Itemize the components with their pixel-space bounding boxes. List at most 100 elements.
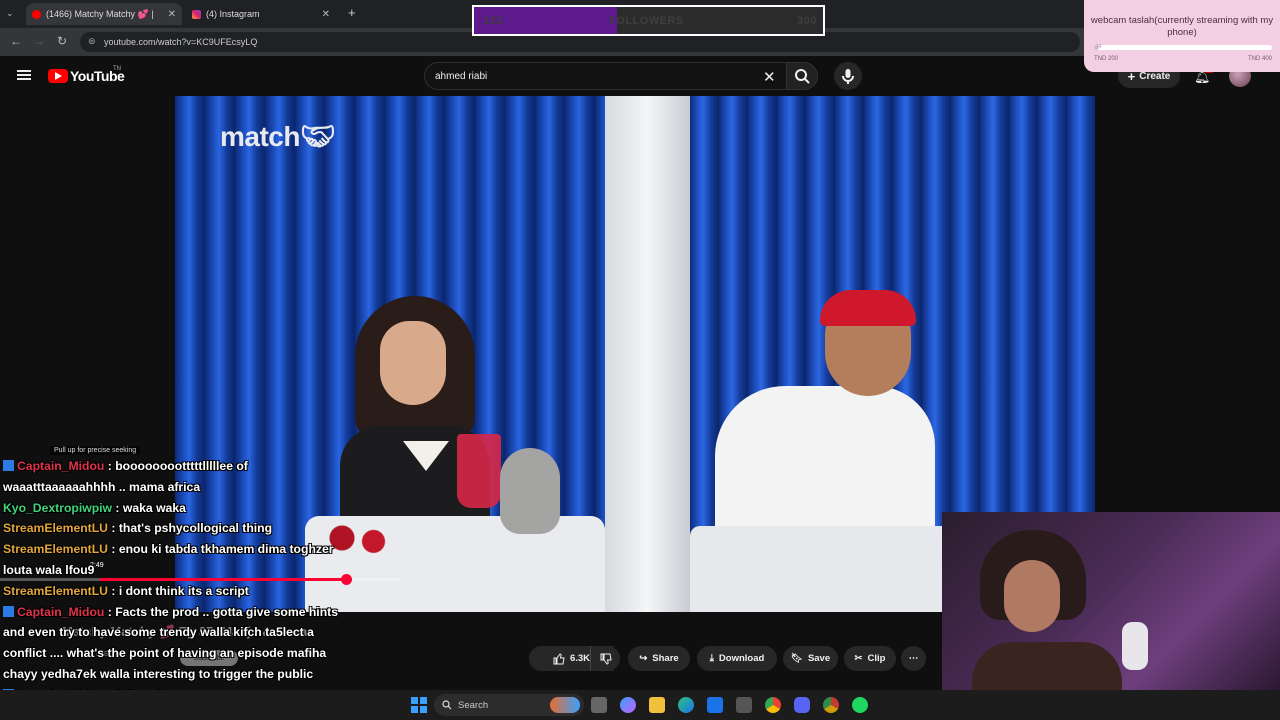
voice-search-button[interactable] xyxy=(834,62,862,90)
chat-message: StreamElementLU : i dont think its a scr… xyxy=(3,581,249,601)
youtube-logo-icon[interactable] xyxy=(48,69,68,83)
chat-message: conflict .... what's the point of having… xyxy=(3,643,326,663)
donation-max: TND 400 xyxy=(1247,56,1272,62)
chat-username: StreamElementLU xyxy=(3,542,108,557)
search-query: ahmed riabi xyxy=(435,71,488,82)
country-code: TN xyxy=(113,66,121,72)
chat-separator: : xyxy=(107,583,119,598)
pigeon-figure xyxy=(500,448,560,534)
match-logo-text: match xyxy=(220,121,300,152)
chat-message: waaatttaaaaaahhhh .. mama africa xyxy=(3,477,200,497)
taskbar-search-icon xyxy=(442,700,452,710)
site-info-icon[interactable]: ⊜ xyxy=(88,36,96,47)
tab-instagram[interactable]: (4) Instagram ✕ xyxy=(186,3,336,25)
tab-close-icon[interactable]: ✕ xyxy=(168,9,176,20)
person-left-face xyxy=(380,321,446,405)
forward-icon[interactable]: → xyxy=(33,34,45,48)
chat-username: StreamElementLU xyxy=(3,521,108,536)
search-button[interactable] xyxy=(786,62,818,90)
tab-label: (1466) Matchy Matchy 💕 | xyxy=(46,8,154,19)
donation-min: TND 200 xyxy=(1094,56,1119,62)
donation-current: 74 xyxy=(1096,44,1102,50)
tab-youtube[interactable]: (1466) Matchy Matchy 💕 | ✕ xyxy=(26,3,182,25)
search-icon xyxy=(795,69,810,84)
task-view-icon[interactable] xyxy=(591,697,607,713)
chat-username: StreamElementLU xyxy=(3,583,108,598)
chrome-icon[interactable] xyxy=(765,697,781,713)
download-label: Download xyxy=(718,653,765,664)
red-drink-glass xyxy=(457,434,501,508)
chat-text: conflict .... what's the point of having… xyxy=(3,646,327,661)
chat-text: waaatttaaaaaahhhh .. mama africa xyxy=(3,479,201,494)
scissors-icon: ✂︎ xyxy=(854,653,863,664)
tab-label: (4) Instagram xyxy=(206,9,260,19)
chat-text: and even try to have some trendy walla k… xyxy=(3,625,314,640)
chat-separator: : xyxy=(112,500,123,515)
chat-text: chayy yedha7ek walla interesting to trig… xyxy=(3,667,314,681)
chat-text: i dont think its a script xyxy=(118,583,249,598)
discord-icon[interactable] xyxy=(794,697,810,713)
tab-close-icon[interactable]: ✕ xyxy=(322,9,330,20)
donation-goal-widget: webcam taslah(currently streaming with m… xyxy=(1084,0,1280,72)
followers-goal-bar: 122 FOLLOWERS 300 xyxy=(472,5,825,36)
share-icon: ↪︎ xyxy=(639,653,648,664)
copilot-icon[interactable] xyxy=(620,697,636,713)
chat-message: Captain_Midou : Facts the prod .. gotta … xyxy=(3,602,338,622)
microphone-icon xyxy=(842,69,854,84)
chat-username: Captain_Midou xyxy=(17,604,105,619)
thumbs-down-icon xyxy=(600,653,612,665)
youtube-favicon-icon xyxy=(32,9,41,19)
back-icon[interactable]: ← xyxy=(10,34,22,48)
followers-goal: 300 xyxy=(797,15,817,27)
webcam-microphone-icon xyxy=(1122,622,1148,670)
edge-icon[interactable] xyxy=(678,697,694,713)
bookmark-icon: 🔖︎ xyxy=(790,653,803,664)
reload-icon[interactable]: ↻ xyxy=(57,34,67,48)
donation-title: webcam taslah(currently streaming with m… xyxy=(1090,15,1274,38)
handshake-icon: 🤝︎ xyxy=(299,121,336,152)
download-button[interactable]: ⤓ Download xyxy=(697,646,777,671)
chat-username: Captain_Midou xyxy=(17,459,105,473)
chat-username: Kyo_Dextropiwpiw xyxy=(3,500,113,515)
webcam-body xyxy=(972,642,1122,690)
chat-text: waka waka xyxy=(122,500,186,515)
like-count: 6.3K xyxy=(569,653,591,664)
person-right-bandana xyxy=(820,290,916,326)
person-right-body xyxy=(715,386,935,536)
new-tab-icon[interactable]: + xyxy=(348,5,356,20)
clip-button[interactable]: ✂︎ Clip xyxy=(844,646,896,671)
store-icon[interactable] xyxy=(736,697,752,713)
menu-icon[interactable] xyxy=(17,70,31,80)
save-label: Save xyxy=(807,653,831,664)
followers-label: FOLLOWERS xyxy=(609,15,684,27)
chat-separator: : xyxy=(107,521,119,536)
share-button[interactable]: ↪︎ Share xyxy=(628,646,690,671)
instagram-favicon-icon xyxy=(192,9,201,19)
taskbar-search-label: Search xyxy=(458,699,489,711)
clear-search-icon[interactable]: ✕ xyxy=(763,68,776,86)
more-actions-button[interactable]: ⋯ xyxy=(901,646,926,671)
spotify-icon[interactable] xyxy=(852,697,868,713)
file-explorer-icon[interactable] xyxy=(649,697,665,713)
chat-message: StreamElementLU : that's pshycollogical … xyxy=(3,518,272,538)
chat-text: enou ki tabda tkhamem dima toghzer xyxy=(118,542,334,557)
chat-message: Captain_Midou : booooooootttttlllllee of xyxy=(3,456,248,476)
chat-message: and even try to have some trendy walla k… xyxy=(3,622,314,642)
donation-track: 74 xyxy=(1094,44,1272,50)
chrome-profile-icon[interactable] xyxy=(823,697,839,713)
chat-text: louta wala lfou9 xyxy=(3,563,95,577)
video-divider-wall xyxy=(605,96,690,612)
outlook-icon[interactable] xyxy=(707,697,723,713)
chat-badge-icon xyxy=(3,460,14,471)
share-label: Share xyxy=(652,653,679,664)
tab-search-icon[interactable]: ⌄ xyxy=(6,8,14,19)
dislike-button[interactable] xyxy=(590,646,620,671)
windows-start-icon[interactable] xyxy=(411,697,427,713)
chat-message: StreamElementLU : enou ki tabda tkhamem … xyxy=(3,539,334,559)
chat-message: Kyo_Dextropiwpiw : waka waka xyxy=(3,498,186,518)
taskbar-search[interactable]: Search xyxy=(434,694,584,716)
save-button[interactable]: 🔖︎ Save xyxy=(783,646,838,671)
search-input[interactable]: ahmed riabi ✕ xyxy=(424,62,786,90)
stream-chat-overlay: Captain_Midou : booooooootttttlllllee of… xyxy=(0,440,370,720)
url-text: youtube.com/watch?v=KC9UFEcsyLQ xyxy=(104,37,258,47)
